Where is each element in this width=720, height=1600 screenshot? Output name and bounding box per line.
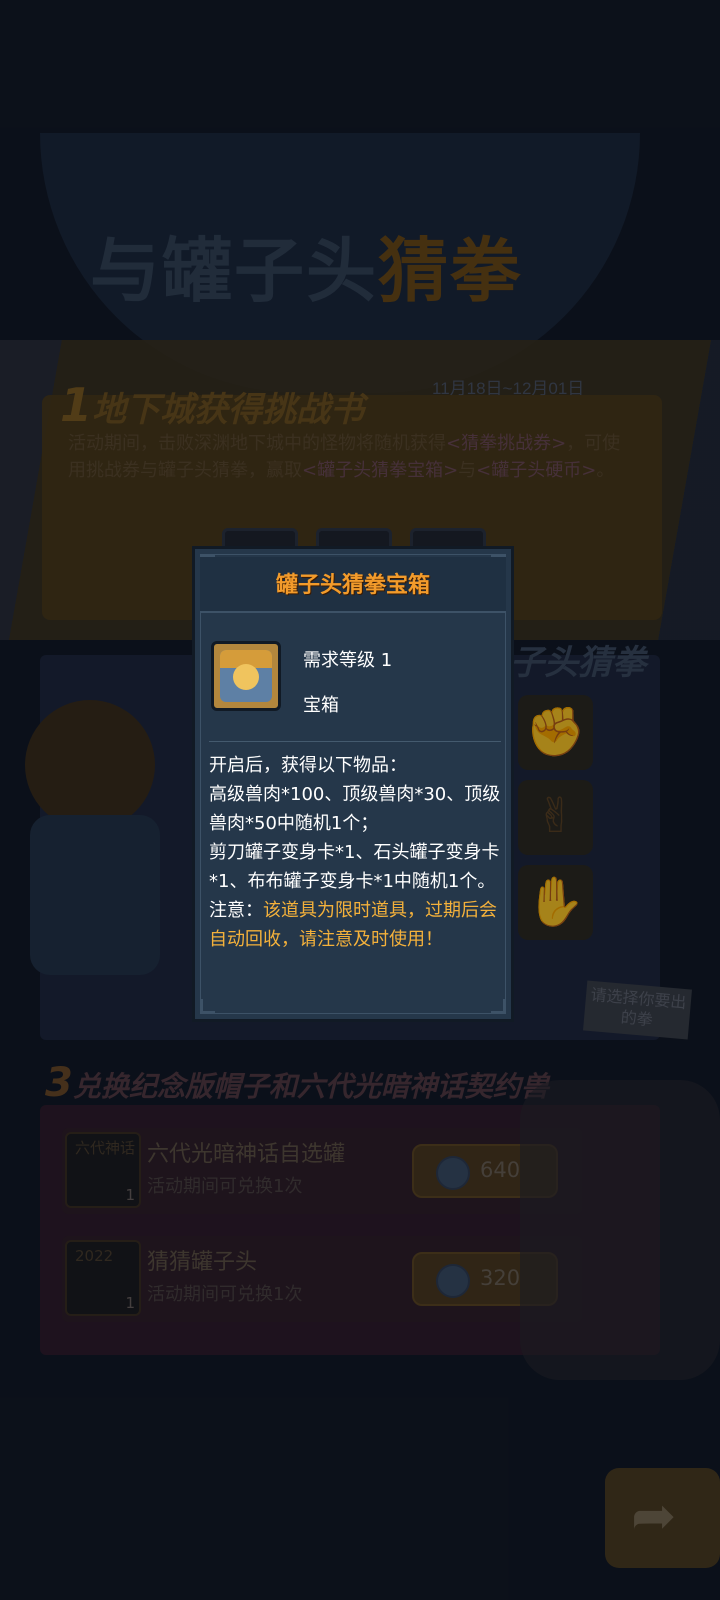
- treasure-chest-icon: [211, 641, 281, 711]
- required-level: 需求等级 1: [303, 650, 393, 671]
- desc-line: 剪刀罐子变身卡*1、石头罐子变身卡*1、布布罐子变身卡*1中随机1个。: [209, 842, 500, 892]
- item-detail-popup: 罐子头猜拳宝箱 需求等级 1 宝箱 开启后，获得以下物品： 高级兽肉*100、顶…: [192, 546, 514, 1022]
- popup-title: 罐子头猜拳宝箱: [275, 573, 430, 598]
- popup-corner-ornament: [201, 999, 215, 1013]
- warning-text: 注意：该道具为限时道具，过期后会自动回收，请注意及时使用！: [209, 896, 505, 954]
- warning-label: 注意：: [209, 900, 263, 921]
- chest-emblem: [233, 664, 259, 690]
- desc-line: 开启后，获得以下物品：: [209, 755, 407, 776]
- desc-line: 高级兽肉*100、顶级兽肉*30、顶级兽肉*50中随机1个；: [209, 784, 501, 834]
- item-type: 宝箱: [303, 695, 339, 716]
- popup-divider: [209, 741, 501, 742]
- popup-corner-ornament: [491, 999, 505, 1013]
- item-description: 开启后，获得以下物品： 高级兽肉*100、顶级兽肉*30、顶级兽肉*50中随机1…: [209, 751, 505, 954]
- popup-header: 罐子头猜拳宝箱: [200, 557, 506, 613]
